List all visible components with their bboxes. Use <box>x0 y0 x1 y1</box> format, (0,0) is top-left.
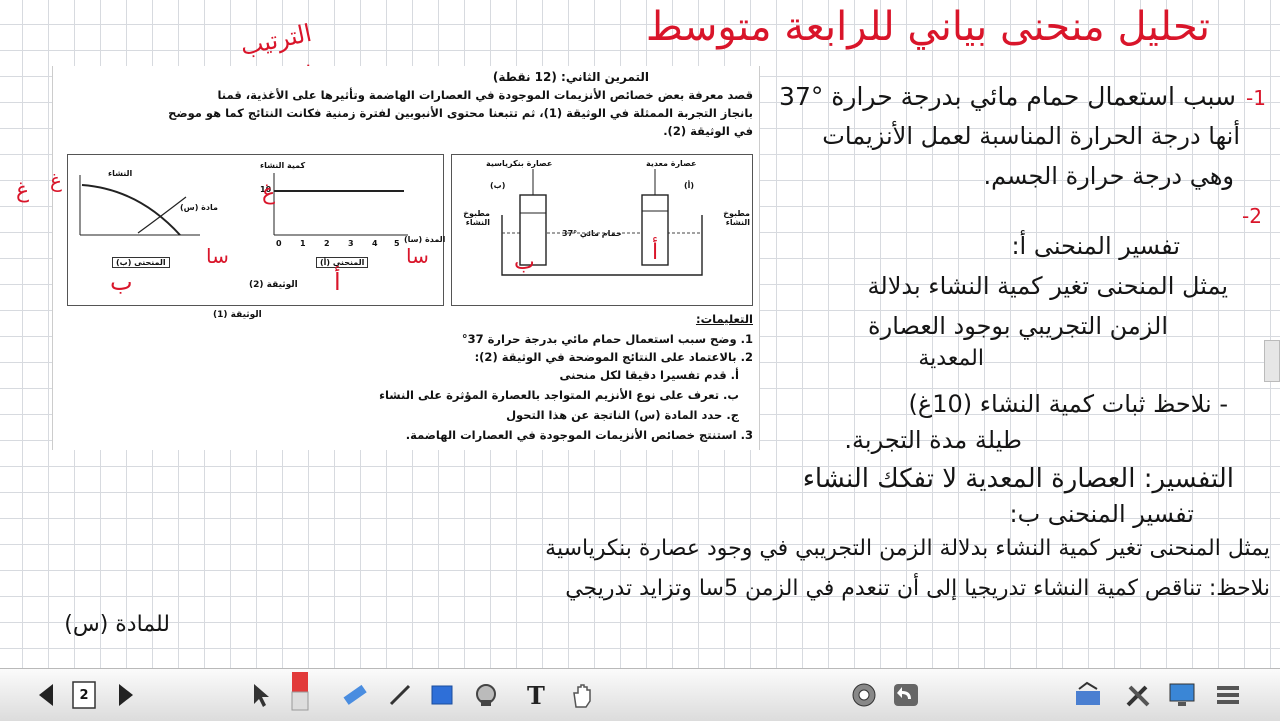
highlighter-icon[interactable] <box>338 679 370 711</box>
question-3: 3. استنتج خصائص الأنزيمات الموجودة في ال… <box>405 428 753 442</box>
annotation-mark-a: أ <box>652 240 659 265</box>
fill-icon[interactable] <box>470 679 502 711</box>
question-2: 2. بالاعتماد على النتائج الموضحة في الوث… <box>474 350 753 364</box>
note-1-number: 1- <box>1246 86 1266 110</box>
graph-x-tick-3: 3 <box>348 239 354 248</box>
question-1: 1. وضح سبب استعمال حمام مائي بدرجة حرارة… <box>461 332 753 346</box>
note-2b-line-3: للمادة (س) <box>64 612 170 637</box>
annotation-b: ب <box>110 268 133 296</box>
svg-text:T: T <box>527 682 545 708</box>
note-1-line-3: وهي درجة حرارة الجسم. <box>983 162 1234 190</box>
note-2a-line-2: الزمن التجريبي بوجود العصارة <box>868 312 1168 340</box>
bottom-toolbar: 2 T <box>0 668 1280 721</box>
note-2a-line-3: المعدية <box>918 346 984 371</box>
question-2c: ج. حدد المادة (س) الناتجة عن هذا التحول <box>506 408 739 422</box>
rectangle-icon[interactable] <box>426 679 458 711</box>
text-icon[interactable]: T <box>520 679 552 711</box>
annotation-g-2: غ <box>262 180 276 205</box>
graph-x-tick-5: 5 <box>394 239 400 248</box>
note-2-number: 2- <box>1242 204 1262 228</box>
graph-x-tick-2: 2 <box>324 239 330 248</box>
select-arrow-icon[interactable] <box>244 679 276 711</box>
experiment-drawing <box>501 169 703 276</box>
screen-capture-icon[interactable] <box>848 679 880 711</box>
eraser-pen-icon[interactable] <box>284 669 316 713</box>
prev-page-icon[interactable] <box>30 679 62 711</box>
note-2a-line-4: - نلاحظ ثبات كمية النشاء (10غ) <box>908 390 1229 418</box>
page-number: 2 <box>79 687 89 703</box>
graph-ylabel: كمية النشاء <box>260 161 306 170</box>
curve-b-label: المنحنى (ب) <box>112 257 170 268</box>
next-page-icon[interactable] <box>110 679 142 711</box>
hand-icon[interactable] <box>566 679 598 711</box>
document-1-caption: الوثيقة (1) <box>213 310 262 320</box>
pen-icon[interactable] <box>384 679 416 711</box>
note-2a-title: تفسير المنحنى أ: <box>1011 232 1180 260</box>
intro-line-2: بانجاز التجربة الممثلة في الوثيقة (1)، ث… <box>168 106 753 120</box>
note-1-line-1: سبب استعمال حمام مائي بدرجة حرارة °37 <box>779 82 1236 111</box>
annotation-a: أ <box>334 268 341 296</box>
exercise-title: التمرين الثاني: (12 نقطة) <box>492 70 649 84</box>
note-2b-title: تفسير المنحنى ب: <box>1009 500 1195 528</box>
document-2-caption: الوثيقة (2) <box>249 280 298 290</box>
document-1-figure: عصارة معدية عصارة بنكرياسية (أ) (ب) مطبو… <box>451 154 753 306</box>
note-2b-line-2: نلاحظ: تناقص كمية النشاء تدريجيا إلى أن … <box>565 576 1270 601</box>
instructions-title: التعليمات: <box>695 312 753 326</box>
note-2a-line-1: يمثل المنحنى تغير كمية النشاء بدلالة <box>867 272 1228 300</box>
graph-x-tick-4: 4 <box>372 239 378 248</box>
graph-xlabel: المدة (سا) <box>404 235 446 244</box>
note-2b-line-1: يمثل المنحنى تغير كمية النشاء بدلالة الز… <box>545 536 1270 561</box>
intro-line-1: قصد معرفة بعض خصائص الأنزيمات الموجودة ف… <box>217 88 753 102</box>
graph-x-tick-0: 0 <box>276 239 282 248</box>
annotation-g-3: غ <box>50 168 62 192</box>
note-2a-line-5: طيلة مدة التجربة. <box>844 426 1022 454</box>
note-1-line-2: أنها درجة الحرارة المناسبة لعمل الأنزيما… <box>822 122 1240 150</box>
curve-a-label: المنحنى (أ) <box>316 257 369 268</box>
graph-x-tick-1: 1 <box>300 239 306 248</box>
annotation-hour-2: سا <box>406 244 429 268</box>
graph-starch: النشاء <box>108 169 133 178</box>
keyboard-icon[interactable] <box>1072 679 1104 711</box>
undo-icon[interactable] <box>890 679 922 711</box>
intro-line-3: في الوثيقة (2). <box>663 124 753 138</box>
annotation-g-1: غ <box>16 178 30 203</box>
page-title: تحليل منحنى بياني للرابعة متوسط <box>645 4 1210 50</box>
display-icon[interactable] <box>1166 679 1198 711</box>
annotation-mark-b: ب <box>514 250 535 275</box>
graph-substance: مادة (س) <box>180 203 218 212</box>
question-2a: أ. قدم تفسيرا دقيقا لكل منحنى <box>559 368 739 382</box>
note-2a-line-6: التفسير: العصارة المعدية لا تفكك النشاء <box>802 464 1234 494</box>
annotation-hour-1: سا <box>206 244 229 268</box>
scrollbar-handle[interactable] <box>1264 340 1280 382</box>
question-2b: ب. تعرف على نوع الأنزيم المتواجد بالعصار… <box>379 388 739 402</box>
page-icon[interactable]: 2 <box>68 679 100 711</box>
tools-icon[interactable] <box>1122 679 1154 711</box>
menu-icon[interactable] <box>1212 679 1244 711</box>
